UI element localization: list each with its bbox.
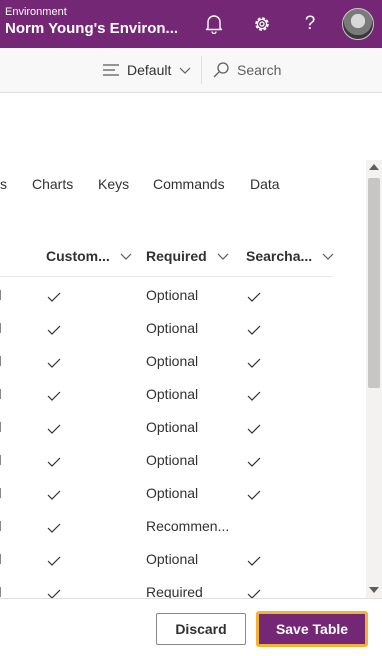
search-label: Search — [237, 62, 282, 78]
table-row[interactable]: Optional — [0, 543, 360, 576]
command-bar: Default Search — [0, 48, 382, 93]
checkmark-icon — [47, 421, 61, 434]
required-level-text: Recommen... — [146, 518, 230, 534]
checkmark-icon — [247, 421, 261, 434]
row-edge — [0, 488, 1, 498]
checkmark-icon — [247, 355, 261, 368]
user-avatar[interactable] — [342, 8, 374, 40]
help-glyph: ? — [304, 13, 316, 34]
checkmark-icon — [47, 289, 61, 302]
checkmark-icon — [247, 454, 261, 467]
table-row[interactable]: Optional — [0, 444, 360, 477]
scroll-up-arrow-icon[interactable] — [369, 164, 379, 170]
checkmark-icon — [47, 355, 61, 368]
table-row[interactable]: Optional — [0, 477, 360, 510]
tab-columns-partial[interactable]: s — [0, 176, 7, 192]
chevron-down-icon — [322, 253, 334, 260]
tab-data[interactable]: Data — [250, 176, 280, 192]
table-row[interactable]: Optional — [0, 378, 360, 411]
footer-bar: Discard Save Table — [0, 598, 382, 656]
column-header-label: Custom... — [46, 248, 110, 264]
checkmark-icon — [47, 388, 61, 401]
tab-charts[interactable]: Charts — [32, 176, 73, 192]
gear-icon[interactable] — [250, 12, 274, 36]
checkmark-icon — [247, 487, 261, 500]
row-edge — [0, 389, 1, 399]
discard-button[interactable]: Discard — [156, 613, 246, 645]
checkmark-icon — [247, 388, 261, 401]
header-divider — [0, 276, 334, 277]
checkmark-icon — [47, 454, 61, 467]
row-edge — [0, 587, 1, 597]
required-level-text: Optional — [146, 452, 199, 468]
table-row[interactable]: Recommen... — [0, 510, 360, 543]
checkmark-icon — [247, 586, 261, 599]
row-edge — [0, 323, 1, 333]
help-icon[interactable]: ? — [298, 12, 322, 36]
chevron-down-icon — [120, 253, 132, 260]
column-header-custom[interactable]: Custom... — [46, 246, 132, 266]
required-level-text: Optional — [146, 353, 199, 369]
view-selector-button[interactable]: Default — [103, 48, 191, 92]
required-level-text: Optional — [146, 551, 199, 567]
chevron-down-icon — [179, 67, 191, 74]
tab-commands[interactable]: Commands — [153, 176, 225, 192]
view-lines-icon — [103, 64, 119, 76]
tab-keys[interactable]: Keys — [98, 176, 129, 192]
chevron-down-icon — [217, 253, 229, 260]
environment-label: Environment — [5, 6, 67, 18]
row-edge — [0, 422, 1, 432]
checkmark-icon — [47, 520, 61, 533]
column-header-label: Required — [146, 248, 207, 264]
environment-name[interactable]: Norm Young's Environ... — [5, 20, 178, 38]
row-edge — [0, 356, 1, 366]
row-edge — [0, 554, 1, 564]
view-selector-label: Default — [127, 62, 172, 78]
app-header: Environment Norm Young's Environ... ? — [0, 0, 382, 48]
column-header-label: Searcha... — [246, 248, 313, 264]
table-row[interactable]: Optional — [0, 411, 360, 444]
row-edge — [0, 455, 1, 465]
column-header-required[interactable]: Required — [146, 246, 229, 266]
required-level-text: Optional — [146, 485, 199, 501]
required-level-text: Optional — [146, 419, 199, 435]
table-row[interactable]: Optional — [0, 279, 360, 312]
search-icon — [213, 62, 229, 78]
command-divider — [201, 56, 202, 84]
scroll-down-arrow-icon[interactable] — [369, 587, 379, 593]
checkmark-icon — [47, 322, 61, 335]
required-level-text: Optional — [146, 287, 199, 303]
checkmark-icon — [47, 487, 61, 500]
scrollbar-thumb[interactable] — [368, 178, 380, 388]
checkmark-icon — [47, 553, 61, 566]
save-table-button[interactable]: Save Table — [256, 611, 368, 647]
required-level-text: Optional — [146, 386, 199, 402]
checkmark-icon — [247, 322, 261, 335]
search-button[interactable]: Search — [213, 48, 281, 92]
table-row[interactable]: Optional — [0, 312, 360, 345]
column-header-searchable[interactable]: Searcha... — [246, 246, 334, 266]
checkmark-icon — [47, 586, 61, 599]
row-edge — [0, 290, 1, 300]
table-row[interactable]: Optional — [0, 345, 360, 378]
required-level-text: Optional — [146, 320, 199, 336]
checkmark-icon — [247, 289, 261, 302]
bell-icon[interactable] — [202, 12, 226, 36]
checkmark-icon — [247, 553, 261, 566]
row-edge — [0, 521, 1, 531]
